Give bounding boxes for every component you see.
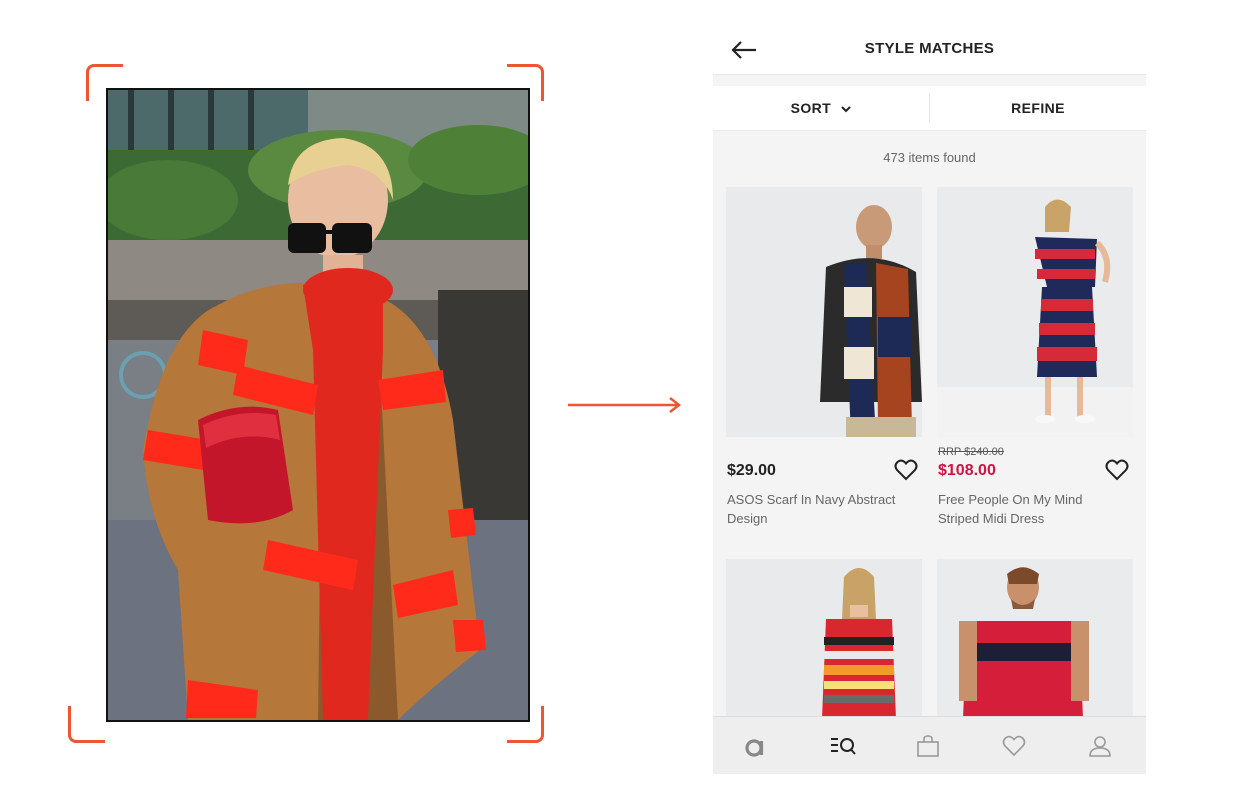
phone-screen: STYLE MATCHES SORT REFINE 473 items foun… (713, 30, 1146, 774)
heart-icon (894, 459, 918, 481)
rrp-price: RRP $240.00 (938, 446, 1004, 458)
search-style-icon (831, 738, 856, 755)
results-count: 473 items found (883, 150, 976, 165)
sort-refine-toolbar: SORT REFINE (713, 86, 1146, 131)
nav-account[interactable] (1057, 717, 1143, 774)
home-icon (745, 739, 764, 757)
save-button[interactable] (894, 459, 918, 481)
nav-home[interactable] (713, 717, 799, 774)
scan-corner-bottom-left (68, 706, 105, 743)
bag-icon (917, 735, 939, 757)
sale-price: $108.00 (938, 462, 996, 479)
scan-frame (66, 62, 546, 745)
product-card: $29.00 ASOS Scarf In Navy Abstract Desig… (726, 187, 922, 526)
sort-button[interactable]: SORT (713, 86, 929, 130)
product-image[interactable] (937, 187, 1133, 437)
refine-button[interactable]: REFINE (930, 86, 1146, 130)
product-name[interactable]: ASOS Scarf In Navy Abstract Design (727, 490, 907, 528)
chevron-down-icon (841, 106, 852, 113)
sort-label: SORT (790, 100, 832, 116)
heart-icon (1105, 459, 1129, 481)
account-icon (1089, 736, 1111, 757)
page-title: STYLE MATCHES (864, 40, 995, 57)
app-header: STYLE MATCHES (713, 30, 1146, 75)
match-arrow-icon (566, 395, 684, 415)
nav-bag[interactable] (885, 717, 971, 774)
product-name[interactable]: Free People On My Mind Striped Midi Dres… (938, 490, 1118, 528)
source-photo (106, 88, 530, 722)
product-price: $29.00 (727, 462, 776, 479)
save-button[interactable] (1105, 459, 1129, 481)
product-image[interactable] (726, 187, 922, 437)
bottom-nav (713, 716, 1146, 774)
saved-heart-icon (1002, 735, 1026, 757)
nav-style-search[interactable] (799, 717, 885, 774)
product-card: RRP $240.00 $108.00 Free People On My Mi… (937, 187, 1133, 526)
nav-saved[interactable] (971, 717, 1057, 774)
